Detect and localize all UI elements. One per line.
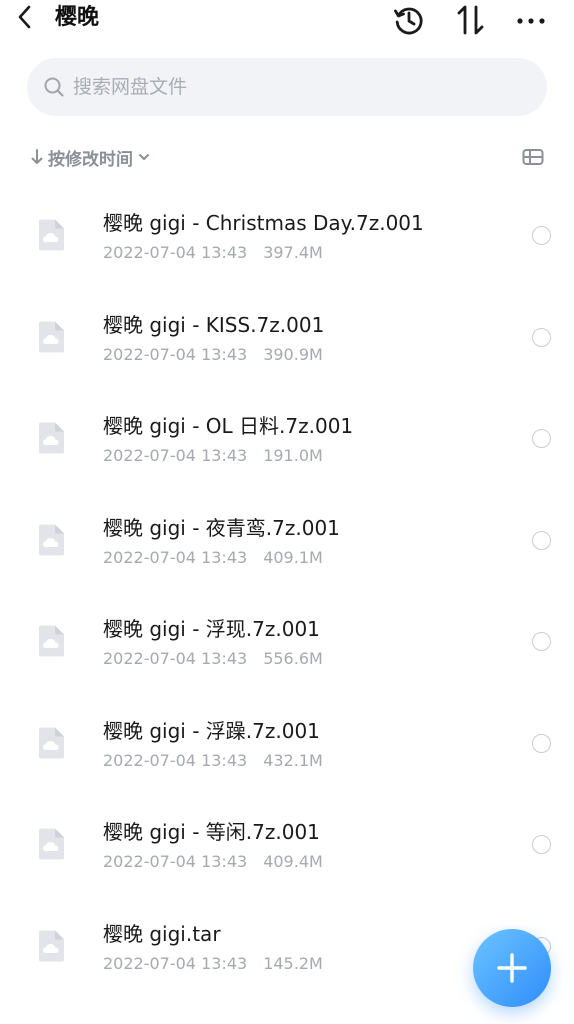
file-date: 2022-07-04 13:43 xyxy=(103,953,248,973)
header-bar: 樱晚 xyxy=(0,0,574,40)
file-row[interactable]: 樱晚 gigi - OL 日料.7z.001 2022-07-04 13:43 19… xyxy=(0,375,574,477)
more-button[interactable] xyxy=(513,2,549,38)
file-size: 409.4M xyxy=(263,852,323,871)
file-date: 2022-07-04 13:43 xyxy=(103,852,248,871)
chevron-down-icon xyxy=(139,154,149,160)
file-row[interactable]: 樱晚 gigi - 浮躁.7z.001 2022-07-04 13:43 432.1… xyxy=(0,680,574,782)
select-radio[interactable] xyxy=(532,632,551,651)
sort-button[interactable] xyxy=(453,2,489,38)
select-radio[interactable] xyxy=(532,327,551,347)
more-icon xyxy=(517,18,545,24)
file-row[interactable]: 樱晚 gigi - 浮现.7z.001 2022-07-04 13:43 556.6… xyxy=(0,578,574,680)
file-meta: 2022-07-04 13:43 390.9M xyxy=(103,345,323,365)
file-list: 樱晚 gigi - Christmas Day.7z.001 2022-07-04… xyxy=(0,172,574,984)
file-size: 409.1M xyxy=(263,547,323,567)
view-mode-button[interactable] xyxy=(520,144,546,170)
file-size: 432.1M xyxy=(263,750,323,770)
file-size: 556.6M xyxy=(263,649,323,668)
file-date: 2022-07-04 13:43 xyxy=(103,446,248,465)
file-name: 樱晚 gigi - 等闲.7z.001 xyxy=(103,820,320,844)
file-size: 390.9M xyxy=(263,344,323,364)
file-date: 2022-07-04 13:43 xyxy=(103,750,248,770)
file-meta: 2022-07-04 13:43 191.0M xyxy=(103,446,323,466)
file-row[interactable]: 樱晚 gigi - KISS.7z.001 2022-07-04 13:43 390… xyxy=(0,274,574,376)
file-browser: 樱晚 搜索网盘文件 按修改时间 樱晚 gigi - Christmas Day.… xyxy=(0,0,574,1024)
file-cloud-icon xyxy=(39,219,64,251)
file-name: 樱晚 gigi - 浮现.7z.001 xyxy=(103,617,320,641)
file-name: 樱晚 gigi - KISS.7z.001 xyxy=(103,312,325,337)
select-radio[interactable] xyxy=(532,733,551,753)
file-cloud-icon xyxy=(39,321,64,352)
search-input[interactable] xyxy=(73,76,513,98)
page-title: 樱晚 xyxy=(55,5,100,30)
file-meta: 2022-07-04 13:43 397.4M xyxy=(103,243,323,263)
sort-order-selector[interactable]: 按修改时间 xyxy=(30,142,151,172)
add-button[interactable] xyxy=(473,929,551,1007)
file-size: 397.4M xyxy=(263,243,323,262)
file-size: 191.0M xyxy=(263,446,323,465)
file-meta: 2022-07-04 13:43 556.6M xyxy=(103,649,323,669)
file-cloud-icon xyxy=(39,625,64,657)
sort-label: 按修改时间 xyxy=(48,149,133,170)
file-meta: 2022-07-04 13:43 145.2M xyxy=(103,954,323,974)
history-icon xyxy=(394,7,423,35)
file-cloud-icon xyxy=(39,422,64,454)
list-view-icon xyxy=(522,149,544,165)
history-button[interactable] xyxy=(391,2,427,38)
back-button[interactable] xyxy=(10,2,40,32)
file-name: 樱晚 gigi.tar xyxy=(103,921,221,946)
file-name: 樱晚 gigi - 夜青鸾.7z.001 xyxy=(103,515,340,540)
file-date: 2022-07-04 13:43 xyxy=(103,243,248,262)
file-date: 2022-07-04 13:43 xyxy=(103,547,248,567)
file-row[interactable]: 樱晚 gigi - 夜青鸾.7z.001 2022-07-04 13:43 409.… xyxy=(0,477,574,579)
select-radio[interactable] xyxy=(532,429,551,448)
file-cloud-icon xyxy=(39,930,64,961)
file-cloud-icon xyxy=(39,524,64,555)
file-name: 樱晚 gigi - OL 日料.7z.001 xyxy=(103,414,354,438)
chevron-left-icon xyxy=(18,5,31,29)
plus-icon xyxy=(497,953,527,983)
file-name: 樱晚 gigi - 浮躁.7z.001 xyxy=(103,718,320,743)
select-radio[interactable] xyxy=(532,530,551,550)
file-cloud-icon xyxy=(39,727,64,758)
file-row[interactable]: 樱晚 gigi - Christmas Day.7z.001 2022-07-04… xyxy=(0,172,574,274)
file-date: 2022-07-04 13:43 xyxy=(103,649,248,668)
file-row[interactable]: 樱晚 gigi - 等闲.7z.001 2022-07-04 13:43 409.4… xyxy=(0,781,574,883)
file-name: 樱晚 gigi - Christmas Day.7z.001 xyxy=(103,211,424,235)
sort-icon xyxy=(457,5,484,35)
file-meta: 2022-07-04 13:43 409.1M xyxy=(103,548,323,568)
file-meta: 2022-07-04 13:43 432.1M xyxy=(103,751,323,771)
search-icon xyxy=(44,77,64,97)
search-bar[interactable] xyxy=(27,58,547,116)
arrow-down-icon xyxy=(31,149,43,164)
select-radio[interactable] xyxy=(532,226,551,245)
file-meta: 2022-07-04 13:43 409.4M xyxy=(103,852,323,872)
file-date: 2022-07-04 13:43 xyxy=(103,344,248,364)
file-cloud-icon xyxy=(39,828,64,860)
file-size: 145.2M xyxy=(263,953,323,973)
select-radio[interactable] xyxy=(532,835,551,854)
